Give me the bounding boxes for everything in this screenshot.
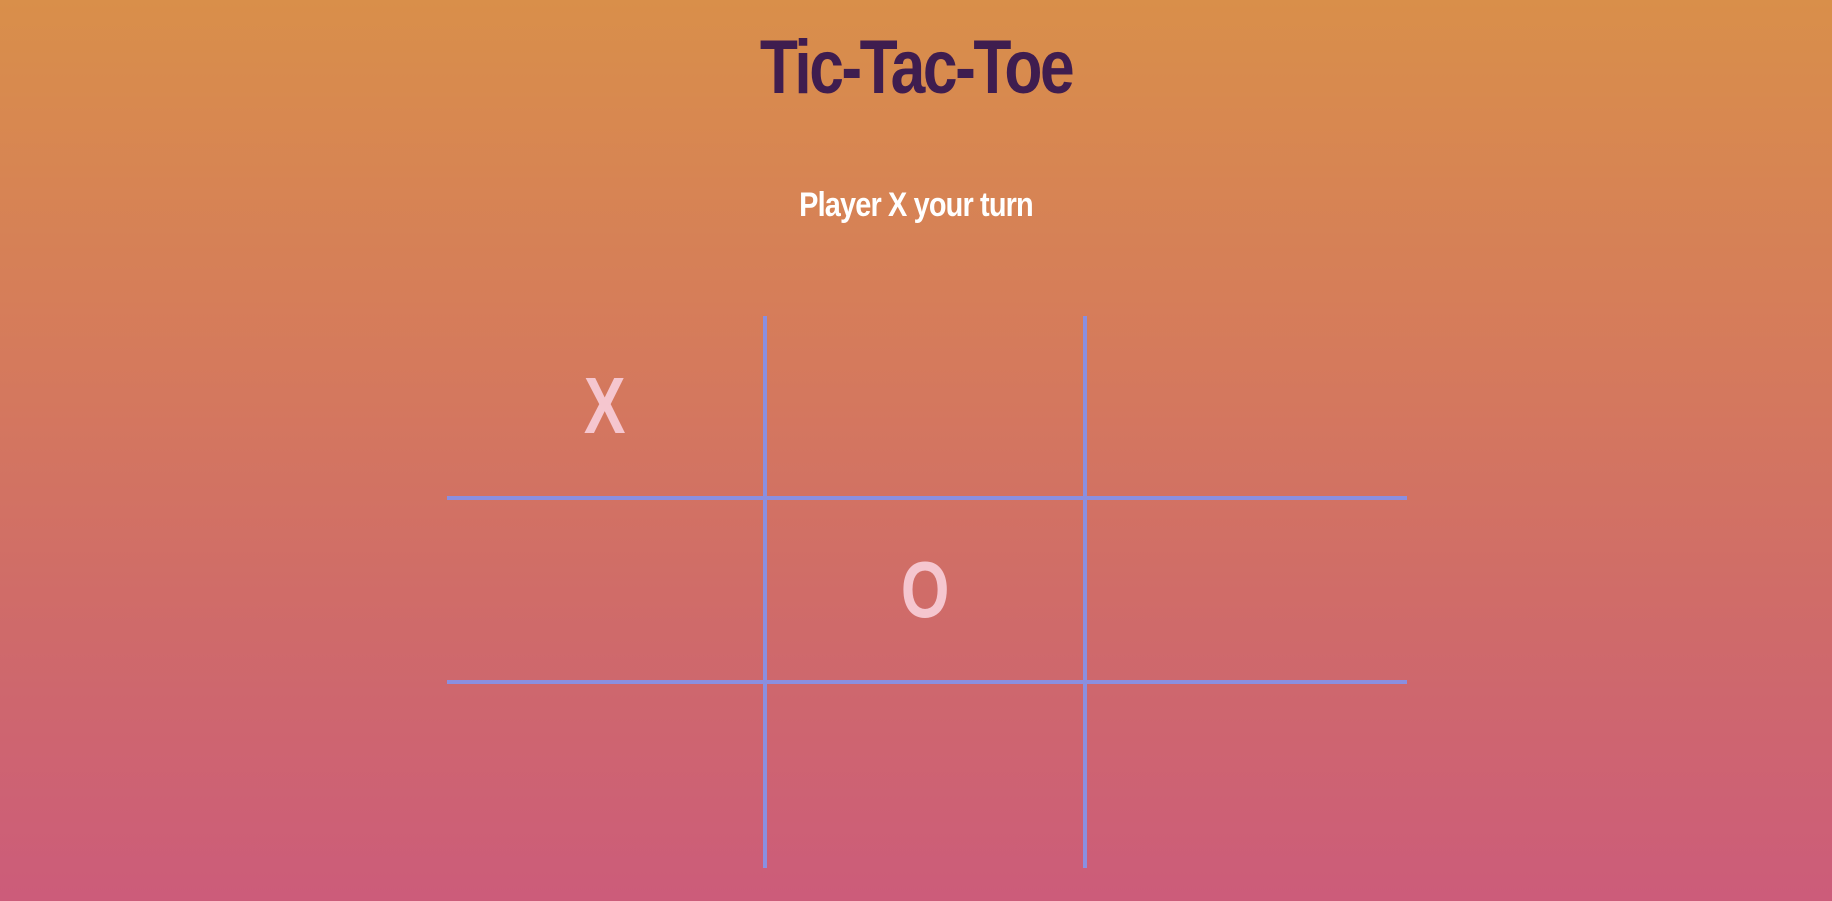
board-cell-r1-c3[interactable] [1087,316,1407,500]
board-cell-r3-c2[interactable] [767,684,1087,868]
board-cell-r3-c3[interactable] [1087,684,1407,868]
board-cell-r2-c3[interactable] [1087,500,1407,684]
board-cell-r2-c2[interactable]: O [767,500,1087,684]
turn-status: Player X your turn [799,186,1033,224]
cell-mark: X [584,361,626,450]
cell-mark: O [900,545,950,634]
game-title: Tic-Tac-Toe [759,25,1075,110]
game-board: X O [447,316,1407,868]
board-cell-r3-c1[interactable] [447,684,767,868]
board-cell-r2-c1[interactable] [447,500,767,684]
board-cell-r1-c2[interactable] [767,316,1087,500]
board-cell-r1-c1[interactable]: X [447,316,767,500]
